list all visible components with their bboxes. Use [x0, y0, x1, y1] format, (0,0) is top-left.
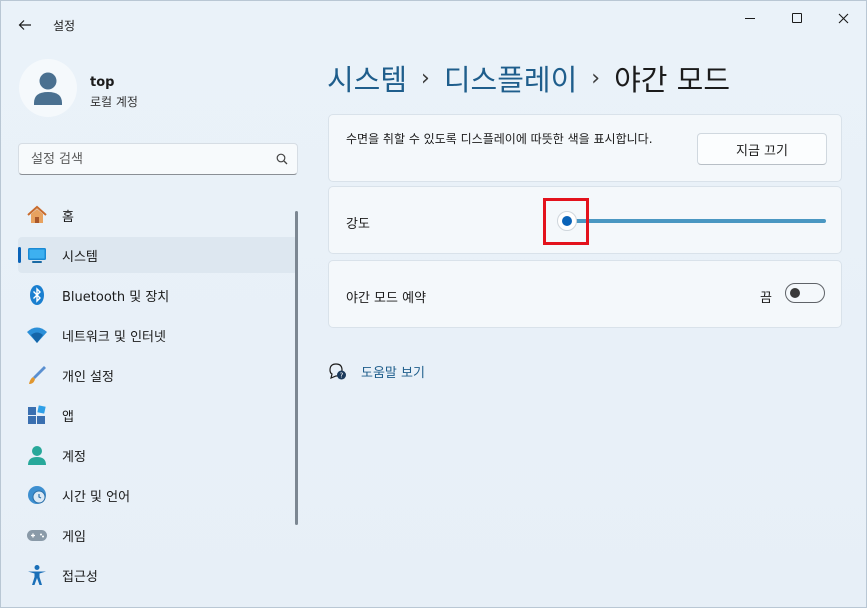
sidebar-nav: 홈 시스템 Bluetooth 및 장치 네트워크 및 인터넷 개인 설정 앱 … [18, 197, 298, 597]
sidebar-item-system[interactable]: 시스템 [18, 237, 298, 273]
app-title: 설정 [53, 19, 76, 33]
page-title: 야간 모드 [614, 63, 731, 97]
sidebar-item-label: 앱 [62, 409, 74, 425]
help-chat-icon: ? [327, 361, 347, 381]
home-icon [26, 204, 48, 226]
strength-slider-track[interactable] [567, 219, 826, 223]
night-light-description: 수면을 취할 수 있도록 디스플레이에 따뜻한 색을 표시합니다. [346, 132, 653, 146]
search-input[interactable] [19, 151, 267, 167]
apps-icon [26, 404, 48, 426]
back-button[interactable] [9, 9, 41, 41]
sidebar-item-label: 개인 설정 [62, 369, 114, 385]
sidebar-item-bluetooth[interactable]: Bluetooth 및 장치 [18, 277, 298, 313]
settings-window: 설정 top 로컬 계정 설정 검색 홈 시스템 Bluetooth 및 장치 … [0, 0, 867, 608]
help-link[interactable]: ? 도움말 보기 [327, 361, 425, 381]
night-light-description-card: 수면을 취할 수 있도록 디스플레이에 따뜻한 색을 표시합니다. 지금 끄기 [328, 114, 842, 182]
schedule-label: 야간 모드 예약 [346, 291, 427, 306]
search-box[interactable] [18, 143, 298, 175]
user-avatar-icon [34, 72, 62, 105]
sidebar-item-label: 네트워크 및 인터넷 [62, 329, 166, 345]
sidebar-item-label: 게임 [62, 529, 86, 545]
toggle-state-label: 끔 [760, 291, 772, 306]
sidebar-item-label: Bluetooth 및 장치 [62, 289, 170, 305]
avatar[interactable] [19, 59, 77, 117]
accessibility-icon [26, 564, 48, 586]
sidebar-item-network[interactable]: 네트워크 및 인터넷 [18, 317, 298, 353]
strength-label: 강도 [346, 217, 370, 232]
breadcrumb-separator: › [591, 65, 601, 91]
sidebar-item-personalization[interactable]: 개인 설정 [18, 357, 298, 393]
back-arrow-icon [18, 20, 31, 30]
breadcrumb: 시스템 › 디스플레이 › 야간 모드 [327, 57, 730, 99]
toggle-knob [790, 288, 800, 298]
turn-off-now-button[interactable]: 지금 끄기 [697, 133, 827, 165]
sidebar-item-accounts[interactable]: 계정 [18, 437, 298, 473]
account-type: 로컬 계정 [90, 95, 138, 109]
sidebar-item-home[interactable]: 홈 [18, 197, 298, 233]
sidebar-item-accessibility[interactable]: 접근성 [18, 557, 298, 593]
sidebar-item-label: 접근성 [62, 569, 98, 585]
minimize-button[interactable] [727, 1, 773, 35]
close-icon [838, 13, 848, 23]
sidebar-item-label: 시스템 [62, 249, 98, 265]
account-icon [26, 444, 48, 466]
breadcrumb-display[interactable]: 디스플레이 [444, 57, 577, 99]
bluetooth-icon [26, 284, 48, 306]
sidebar-item-label: 시간 및 언어 [62, 489, 131, 505]
gamepad-icon [26, 524, 48, 546]
maximize-icon [792, 13, 802, 23]
sidebar-item-label: 계정 [62, 449, 86, 465]
search-icon[interactable] [267, 153, 297, 165]
maximize-button[interactable] [774, 1, 820, 35]
sidebar-scrollbar[interactable] [295, 211, 298, 525]
sidebar-item-gaming[interactable]: 게임 [18, 517, 298, 553]
system-monitor-icon [26, 244, 48, 266]
sidebar-item-label: 홈 [62, 209, 74, 225]
close-button[interactable] [820, 1, 866, 35]
highlight-annotation-box [543, 198, 589, 245]
title-bar: 설정 [1, 1, 866, 47]
schedule-night-light-card: 야간 모드 예약 끔 [328, 260, 842, 328]
sidebar-item-time-language[interactable]: 시간 및 언어 [18, 477, 298, 513]
brush-icon [26, 364, 48, 386]
help-label[interactable]: 도움말 보기 [361, 362, 425, 381]
breadcrumb-system[interactable]: 시스템 [327, 57, 407, 99]
globe-clock-icon [26, 484, 48, 506]
wifi-icon [26, 324, 48, 346]
svg-text:?: ? [340, 372, 344, 380]
schedule-toggle[interactable] [785, 283, 825, 303]
sidebar-item-apps[interactable]: 앱 [18, 397, 298, 433]
user-name: top [90, 75, 115, 90]
breadcrumb-separator: › [421, 65, 430, 91]
minimize-icon [745, 17, 755, 19]
